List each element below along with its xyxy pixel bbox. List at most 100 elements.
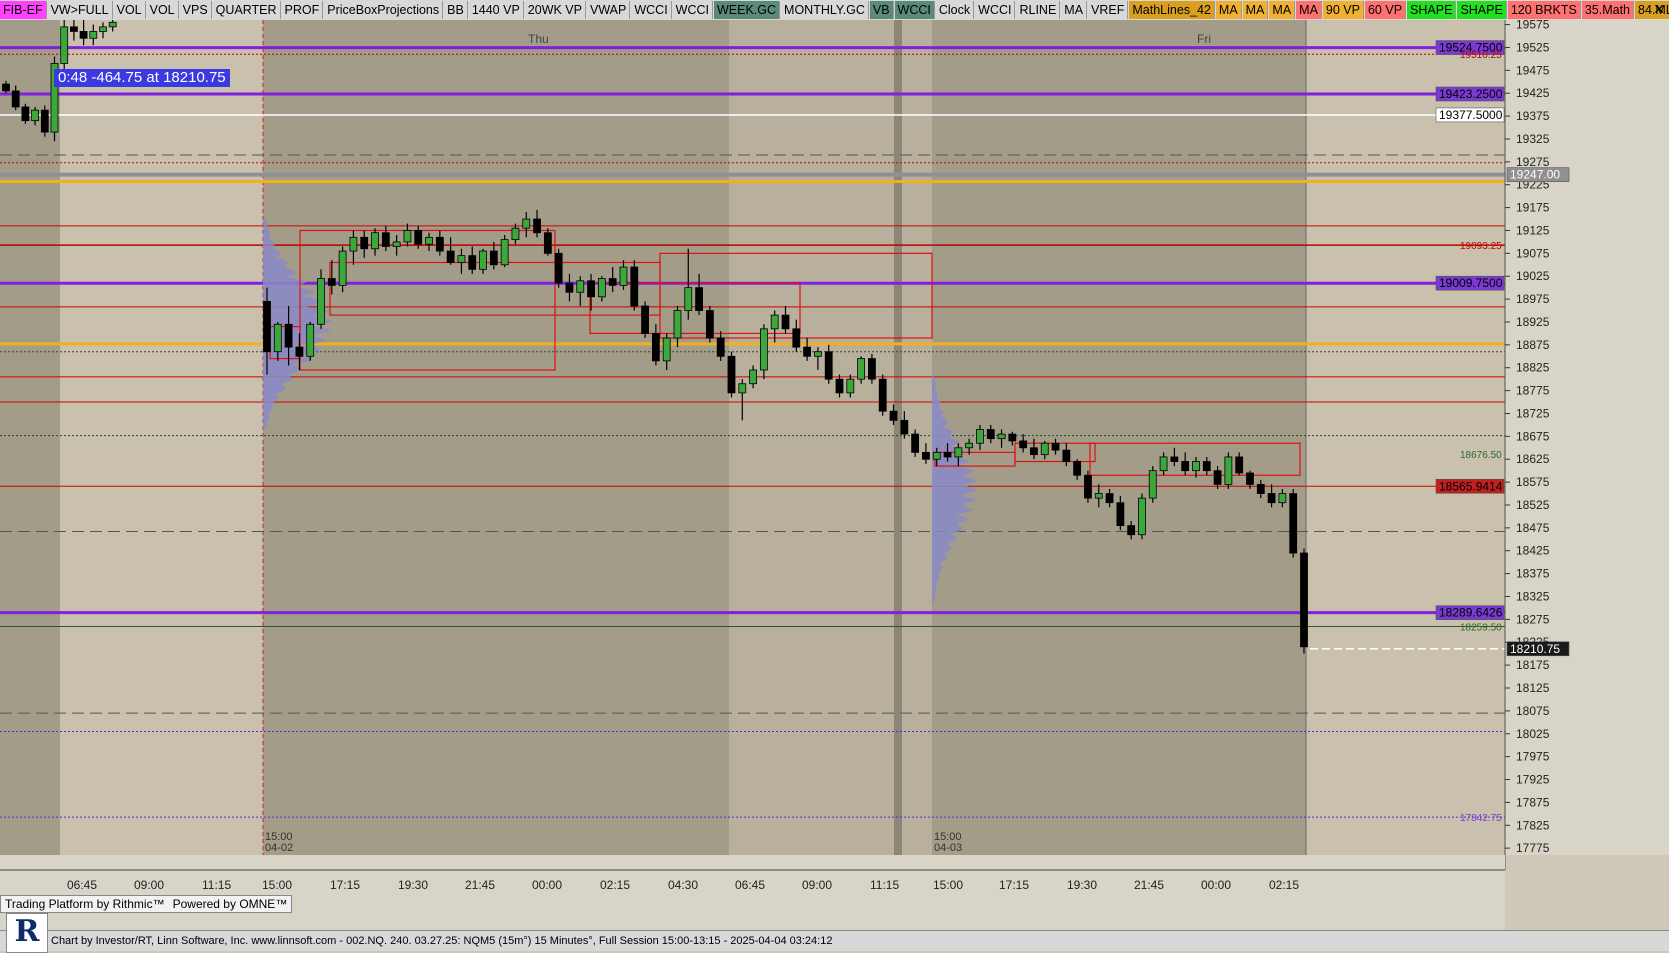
candle-body: [1289, 493, 1298, 554]
toolbar-button-prof[interactable]: PROF: [281, 1, 324, 19]
toolbar-button-ma[interactable]: MA: [1215, 1, 1242, 19]
toolbar-button-rline[interactable]: RLINE: [1016, 1, 1061, 19]
candle-body: [349, 236, 358, 252]
y-tick-label: 19025: [1516, 269, 1550, 283]
toolbar-button-quarter[interactable]: QUARTER: [212, 1, 281, 19]
candle-body: [997, 433, 1006, 440]
x-tick-label: 09:00: [134, 878, 164, 892]
candle-body: [1181, 461, 1190, 472]
candle-body: [479, 250, 487, 270]
close-icon[interactable]: ✕: [1653, 1, 1665, 18]
toolbar-button-ma[interactable]: MA: [1269, 1, 1296, 19]
candle-body: [1094, 493, 1103, 499]
x-tick-label: 15:00: [262, 878, 292, 892]
toolbar-button-vref[interactable]: VREF: [1088, 1, 1129, 19]
candle-body: [79, 31, 88, 39]
x-tick-label: 00:00: [1201, 878, 1231, 892]
toolbar-button-mathlines-42[interactable]: MathLines_42: [1129, 1, 1215, 19]
candle-body: [889, 410, 898, 421]
toolbar-button-wcci[interactable]: WCCI: [631, 1, 672, 19]
x-tick-label: 06:45: [735, 878, 765, 892]
candle-body: [21, 106, 30, 122]
candle-body: [835, 378, 844, 394]
y-tick-label: 17925: [1516, 773, 1550, 787]
candle-body: [792, 328, 801, 348]
toolbar-button-bb[interactable]: BB: [444, 1, 468, 19]
candle-body: [641, 305, 649, 334]
candle-body: [306, 323, 315, 357]
price-label: 18210.75: [1510, 642, 1560, 656]
y-tick-label: 18025: [1516, 727, 1550, 741]
toolbar-button-shape[interactable]: SHAPE: [1407, 1, 1457, 19]
candle-body: [900, 419, 909, 435]
toolbar-button-wcci[interactable]: WCCI: [672, 1, 713, 19]
candle-body: [597, 278, 606, 298]
candle-body: [1008, 433, 1017, 442]
toolbar-button-vb[interactable]: VB: [869, 1, 894, 19]
toolbar-button-wcci[interactable]: WCCI: [975, 1, 1016, 19]
y-tick-label: 18375: [1516, 567, 1550, 581]
candle-body: [1170, 456, 1179, 462]
price-label: 18259.50: [1460, 622, 1502, 633]
toolbar-button-monthly-gc[interactable]: MONTHLY.GC: [781, 1, 869, 19]
candle-body: [1224, 456, 1233, 485]
price-label: 18565.9414: [1439, 479, 1503, 493]
candle-body: [781, 314, 790, 330]
toolbar-button-ma[interactable]: MA: [1242, 1, 1269, 19]
toolbar-button-vps[interactable]: VPS: [179, 1, 212, 19]
candle-body: [684, 287, 693, 311]
candle-body: [40, 109, 49, 133]
session-date-label: 04-02: [265, 842, 293, 854]
candle-body: [533, 218, 541, 234]
y-tick-label: 18425: [1516, 544, 1550, 558]
toolbar-button-vwap[interactable]: VWAP: [586, 1, 631, 19]
candle-body: [99, 26, 107, 32]
candle-body: [965, 442, 974, 449]
toolbar-button-35-math[interactable]: 35.Math: [1581, 1, 1635, 19]
candle-body: [522, 218, 531, 229]
rithmic-logo-icon: R: [6, 913, 48, 953]
toolbar-button-ma[interactable]: MA: [1296, 1, 1322, 19]
toolbar-button-20wk-vp[interactable]: 20WK VP: [524, 1, 586, 19]
candle-body: [986, 429, 995, 440]
candle-body: [749, 369, 757, 385]
toolbar-button-vol[interactable]: VOL: [146, 1, 179, 19]
candle-body: [857, 358, 866, 380]
candle-body: [381, 232, 390, 247]
toolbar-button-shape[interactable]: SHAPE: [1457, 1, 1507, 19]
candle-body: [1040, 442, 1049, 456]
toolbar-button-priceboxprojections[interactable]: PriceBoxProjections: [324, 1, 444, 19]
candle-body: [446, 250, 455, 263]
toolbar-button-wcci[interactable]: WCCI: [894, 1, 935, 19]
candle-body: [716, 337, 725, 357]
candle-body: [770, 314, 779, 330]
toolbar-button-vw-full[interactable]: VW>FULL: [47, 1, 113, 19]
price-chart[interactable]: 1957519525194751942519375193251927519225…: [0, 20, 1669, 930]
candle-body: [327, 278, 336, 286]
toolbar-button-clock[interactable]: Clock: [935, 1, 975, 19]
candle-body: [1030, 447, 1038, 456]
session-shade: [0, 20, 60, 855]
toolbar-button-ma[interactable]: MA: [1061, 1, 1088, 19]
candle-body: [11, 90, 20, 108]
toolbar-button-60-vp[interactable]: 60 VP: [1364, 1, 1407, 19]
candle-body: [673, 310, 682, 339]
toolbar-button-week-gc[interactable]: WEEK.GC: [714, 1, 781, 19]
candle-body: [814, 351, 822, 357]
toolbar-button-120-brkts[interactable]: 120 BRKTS: [1507, 1, 1581, 19]
x-tick-label: 19:30: [1067, 878, 1097, 892]
y-tick-label: 18125: [1516, 681, 1550, 695]
candle-body: [543, 232, 552, 254]
y-tick-label: 18975: [1516, 292, 1550, 306]
x-tick-label: 06:45: [67, 878, 97, 892]
toolbar-button-90-vp[interactable]: 90 VP: [1322, 1, 1364, 19]
y-tick-label: 19325: [1516, 132, 1550, 146]
candle-body: [846, 378, 855, 394]
toolbar-button-vol[interactable]: VOL: [113, 1, 146, 19]
toolbar-button-fib-ef[interactable]: FIB-EF: [0, 1, 47, 19]
indicator-toolbar: FIB-EF VW>FULL VOL VOL VPS QUARTER PROF PriceBo…: [0, 0, 1669, 21]
candle-body: [619, 266, 628, 286]
toolbar-button-1440-vp[interactable]: 1440 VP: [468, 1, 524, 19]
x-tick-label: 04:30: [668, 878, 698, 892]
candle-body: [1256, 483, 1265, 494]
